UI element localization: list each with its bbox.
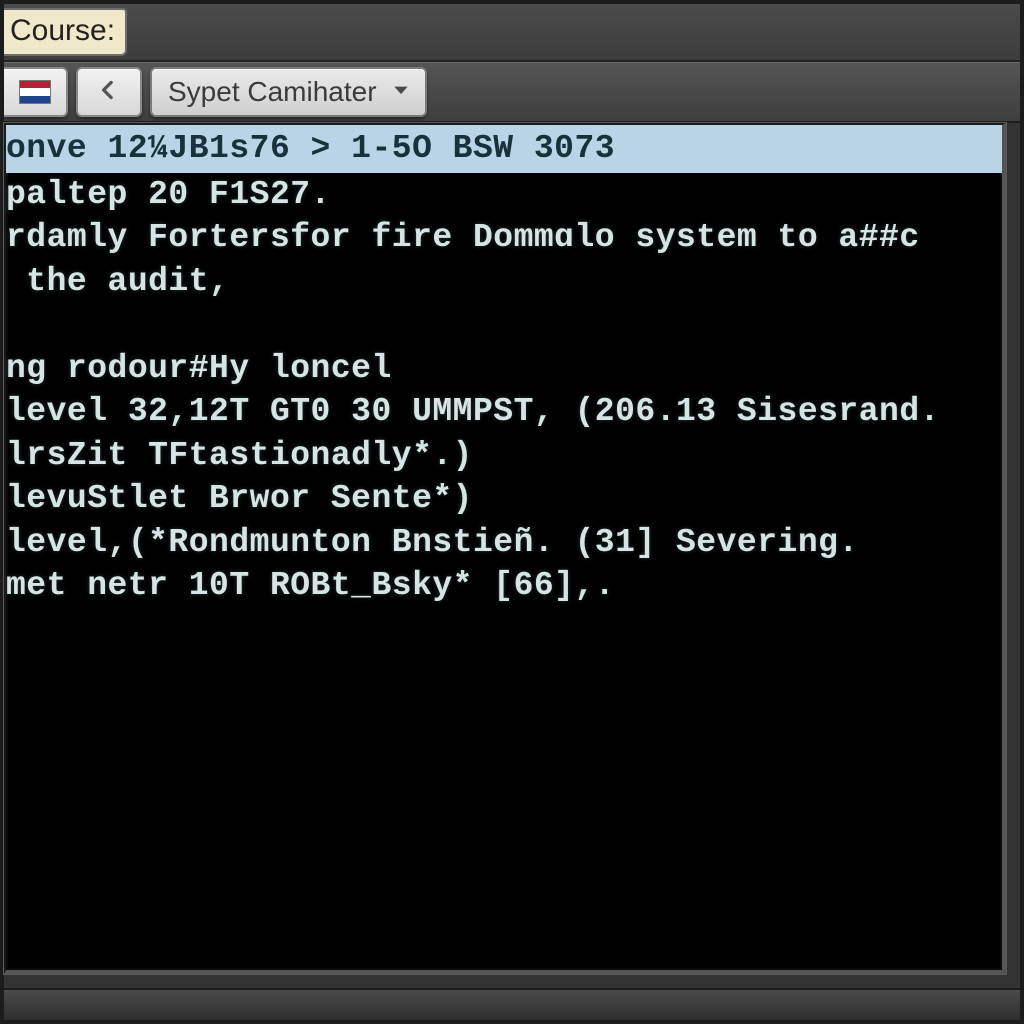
terminal-line: paltep 20 F1S27.: [6, 173, 1002, 217]
terminal-line: level 32,12T GT0 30 UMMPST, (206.13 Sise…: [6, 390, 1002, 434]
toolbar: Sypet Camihater: [4, 62, 1020, 123]
terminal-line: rdamly Fortersfor fire Dommɑlo system to…: [6, 216, 1002, 260]
flag-button[interactable]: [4, 67, 68, 117]
terminal-line: met netr 10T ROBt_Bsky* [66],.: [6, 564, 1002, 608]
terminal-line: [6, 303, 1002, 347]
title-bar: Course:: [4, 4, 1020, 62]
terminal-pane-wrap: onve 12¼JB1s76 > 1-5O BSW 3073paltep 20 …: [4, 123, 1020, 988]
back-arrow-icon: [96, 77, 122, 108]
terminal-output[interactable]: onve 12¼JB1s76 > 1-5O BSW 3073paltep 20 …: [4, 123, 1006, 974]
app-window: Course: Sypet Camihater onve 12¼JB1s76 >…: [0, 0, 1024, 1024]
terminal-line: the audit,: [6, 260, 1002, 304]
course-tab[interactable]: Course:: [4, 8, 127, 56]
terminal-line-highlighted: onve 12¼JB1s76 > 1-5O BSW 3073: [6, 125, 1002, 173]
mode-dropdown[interactable]: Sypet Camihater: [150, 67, 427, 117]
netherlands-flag-icon: [19, 80, 51, 104]
mode-dropdown-label: Sypet Camihater: [168, 76, 377, 108]
terminal-line: levuStlet Brwor Sente*): [6, 477, 1002, 521]
back-button[interactable]: [76, 67, 142, 117]
terminal-line: lrsZit TFtastionadly*.): [6, 434, 1002, 478]
chevron-down-icon: [391, 80, 411, 105]
status-bar: [4, 988, 1020, 1020]
terminal-line: ng rodour#Hy loncel: [6, 347, 1002, 391]
terminal-line: level,(*Rondmunton Bnstieñ. (31] Severin…: [6, 521, 1002, 565]
